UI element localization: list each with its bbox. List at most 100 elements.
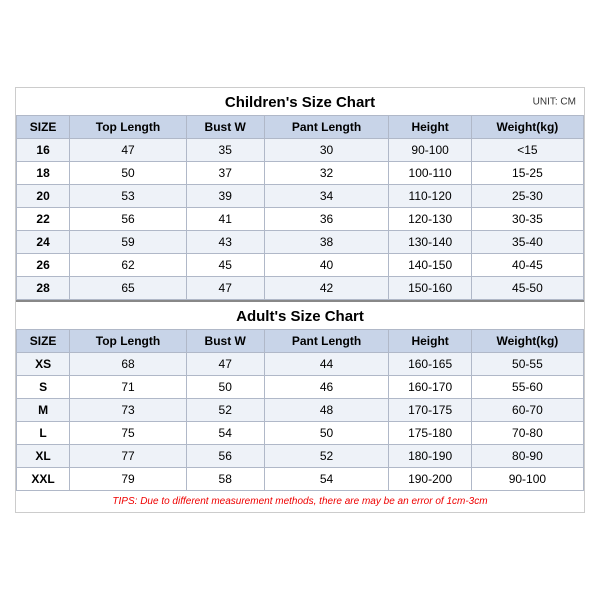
table-cell: 22 xyxy=(17,208,70,231)
table-cell: L xyxy=(17,422,70,445)
table-cell: 60-70 xyxy=(471,399,583,422)
adults-col-size: SIZE xyxy=(17,330,70,353)
table-cell: 35 xyxy=(186,139,264,162)
children-col-weight: Weight(kg) xyxy=(471,116,583,139)
table-cell: 25-30 xyxy=(471,185,583,208)
table-cell: XS xyxy=(17,353,70,376)
table-row: 28654742150-16045-50 xyxy=(17,277,584,300)
table-cell: XXL xyxy=(17,468,70,491)
table-cell: 56 xyxy=(70,208,187,231)
table-cell: 45-50 xyxy=(471,277,583,300)
table-cell: 16 xyxy=(17,139,70,162)
table-cell: 160-165 xyxy=(389,353,471,376)
table-cell: 180-190 xyxy=(389,445,471,468)
table-cell: 47 xyxy=(186,353,264,376)
table-cell: 40 xyxy=(264,254,389,277)
table-row: XL775652180-19080-90 xyxy=(17,445,584,468)
adults-section-title: Adult's Size Chart xyxy=(16,300,584,329)
table-cell: XL xyxy=(17,445,70,468)
table-cell: 35-40 xyxy=(471,231,583,254)
table-cell: 24 xyxy=(17,231,70,254)
table-row: XS684744160-16550-55 xyxy=(17,353,584,376)
table-cell: 47 xyxy=(70,139,187,162)
table-cell: 50 xyxy=(264,422,389,445)
table-cell: 15-25 xyxy=(471,162,583,185)
tips-text: TIPS: Due to different measurement metho… xyxy=(16,491,584,512)
children-title-text: Children's Size Chart xyxy=(225,94,375,111)
table-cell: 48 xyxy=(264,399,389,422)
adults-col-height: Height xyxy=(389,330,471,353)
table-cell: 54 xyxy=(264,468,389,491)
table-cell: 42 xyxy=(264,277,389,300)
table-cell: 30-35 xyxy=(471,208,583,231)
table-cell: M xyxy=(17,399,70,422)
table-row: M735248170-17560-70 xyxy=(17,399,584,422)
adults-title-text: Adult's Size Chart xyxy=(236,308,364,325)
children-col-bust-w: Bust W xyxy=(186,116,264,139)
table-cell: 50 xyxy=(186,376,264,399)
table-cell: 41 xyxy=(186,208,264,231)
table-cell: 52 xyxy=(186,399,264,422)
table-row: 24594338130-14035-40 xyxy=(17,231,584,254)
children-header-row: SIZE Top Length Bust W Pant Length Heigh… xyxy=(17,116,584,139)
table-cell: 100-110 xyxy=(389,162,471,185)
table-cell: 39 xyxy=(186,185,264,208)
adults-table: SIZE Top Length Bust W Pant Length Heigh… xyxy=(16,329,584,491)
table-cell: 80-90 xyxy=(471,445,583,468)
table-row: 20533934110-12025-30 xyxy=(17,185,584,208)
children-col-height: Height xyxy=(389,116,471,139)
table-row: S715046160-17055-60 xyxy=(17,376,584,399)
table-cell: 28 xyxy=(17,277,70,300)
table-cell: 53 xyxy=(70,185,187,208)
table-cell: 30 xyxy=(264,139,389,162)
table-row: 26624540140-15040-45 xyxy=(17,254,584,277)
table-row: 18503732100-11015-25 xyxy=(17,162,584,185)
table-cell: 58 xyxy=(186,468,264,491)
table-cell: 71 xyxy=(70,376,187,399)
table-cell: 130-140 xyxy=(389,231,471,254)
table-cell: S xyxy=(17,376,70,399)
table-cell: 32 xyxy=(264,162,389,185)
table-cell: 77 xyxy=(70,445,187,468)
adults-header-row: SIZE Top Length Bust W Pant Length Heigh… xyxy=(17,330,584,353)
table-cell: 62 xyxy=(70,254,187,277)
adults-col-weight: Weight(kg) xyxy=(471,330,583,353)
table-cell: 26 xyxy=(17,254,70,277)
table-cell: 75 xyxy=(70,422,187,445)
table-cell: 90-100 xyxy=(471,468,583,491)
children-table: SIZE Top Length Bust W Pant Length Heigh… xyxy=(16,115,584,300)
adults-col-pant-length: Pant Length xyxy=(264,330,389,353)
adults-col-top-length: Top Length xyxy=(70,330,187,353)
children-col-pant-length: Pant Length xyxy=(264,116,389,139)
table-cell: 38 xyxy=(264,231,389,254)
table-cell: 50 xyxy=(70,162,187,185)
children-col-size: SIZE xyxy=(17,116,70,139)
table-cell: 59 xyxy=(70,231,187,254)
table-cell: 40-45 xyxy=(471,254,583,277)
table-cell: 47 xyxy=(186,277,264,300)
table-row: L755450175-18070-80 xyxy=(17,422,584,445)
table-cell: 20 xyxy=(17,185,70,208)
table-cell: 54 xyxy=(186,422,264,445)
table-cell: 34 xyxy=(264,185,389,208)
table-cell: 190-200 xyxy=(389,468,471,491)
table-row: 1647353090-100<15 xyxy=(17,139,584,162)
table-cell: 90-100 xyxy=(389,139,471,162)
table-cell: <15 xyxy=(471,139,583,162)
table-cell: 56 xyxy=(186,445,264,468)
table-cell: 160-170 xyxy=(389,376,471,399)
table-cell: 52 xyxy=(264,445,389,468)
table-cell: 70-80 xyxy=(471,422,583,445)
table-cell: 110-120 xyxy=(389,185,471,208)
table-cell: 170-175 xyxy=(389,399,471,422)
table-cell: 43 xyxy=(186,231,264,254)
table-cell: 37 xyxy=(186,162,264,185)
table-cell: 79 xyxy=(70,468,187,491)
table-cell: 175-180 xyxy=(389,422,471,445)
adults-col-bust-w: Bust W xyxy=(186,330,264,353)
table-cell: 68 xyxy=(70,353,187,376)
table-cell: 46 xyxy=(264,376,389,399)
table-cell: 65 xyxy=(70,277,187,300)
unit-label: UNIT: CM xyxy=(533,96,576,107)
table-cell: 45 xyxy=(186,254,264,277)
